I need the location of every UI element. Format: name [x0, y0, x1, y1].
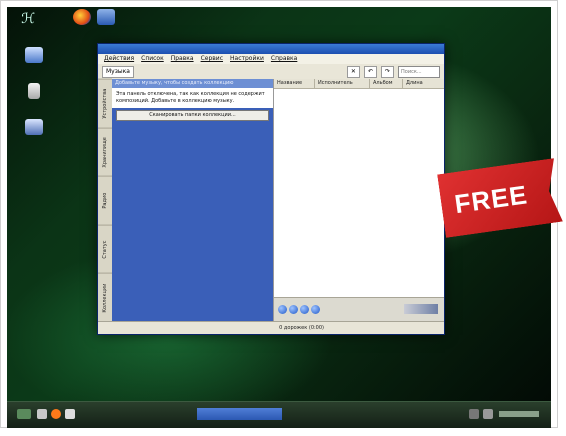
- menu-edit[interactable]: Правка: [171, 54, 194, 64]
- trash-icon[interactable]: [21, 83, 47, 99]
- menu-tools[interactable]: Сервис: [201, 54, 223, 64]
- tab-radio[interactable]: Радио: [98, 176, 112, 225]
- previous-icon[interactable]: [278, 305, 287, 314]
- clock: [499, 411, 539, 417]
- tab-devices[interactable]: Устройства: [98, 79, 112, 128]
- home-folder-icon[interactable]: [21, 47, 47, 63]
- column-artist[interactable]: Исполнитель: [315, 79, 370, 88]
- next-icon[interactable]: [311, 305, 320, 314]
- desktop-logo-icon[interactable]: ℋ: [15, 11, 41, 27]
- start-menu-icon[interactable]: [17, 409, 31, 419]
- printer-icon[interactable]: [21, 119, 47, 135]
- vertical-tab-strip: Устройства Хранилище Радио Статус Коллек…: [98, 79, 112, 322]
- left-sidebar: Устройства Хранилище Радио Статус Коллек…: [98, 79, 273, 322]
- menu-playlist[interactable]: Список: [141, 54, 164, 64]
- stop-icon[interactable]: [300, 305, 309, 314]
- redo-icon[interactable]: ↷: [380, 65, 394, 78]
- collection-panel: Добавьте музыку, чтобы создать коллекцию…: [112, 79, 273, 322]
- tray-icon[interactable]: [483, 409, 493, 419]
- firefox-taskbar-icon[interactable]: [51, 409, 61, 419]
- playlist-header: Название Исполнитель Альбом Длина: [274, 79, 444, 89]
- taskbar: [7, 401, 551, 428]
- status-bar: 0 дорожек (0:00): [98, 321, 444, 334]
- active-window-button[interactable]: [197, 408, 282, 420]
- window-titlebar[interactable]: [98, 44, 444, 54]
- music-player-window[interactable]: Действия Список Правка Сервис Настройки …: [97, 43, 445, 335]
- player-controls: [274, 297, 444, 322]
- menu-actions[interactable]: Действия: [104, 54, 134, 64]
- search-input[interactable]: Поиск...: [398, 65, 440, 78]
- toolbar: Музыка ✕ ↶ ↷ Поиск...: [98, 64, 444, 80]
- undo-icon[interactable]: ↶: [363, 65, 377, 78]
- taskbar-app-icon[interactable]: [37, 409, 47, 419]
- music-tab[interactable]: Музыка: [102, 65, 134, 78]
- menu-bar: Действия Список Правка Сервис Настройки …: [98, 54, 444, 64]
- clear-playlist-button[interactable]: ✕: [346, 65, 360, 78]
- column-length[interactable]: Длина: [403, 79, 444, 88]
- volume-slider[interactable]: [404, 304, 438, 314]
- play-icon[interactable]: [289, 305, 298, 314]
- firefox-icon[interactable]: [69, 9, 95, 25]
- taskbar-app-icon[interactable]: [65, 409, 75, 419]
- menu-settings[interactable]: Настройки: [230, 54, 264, 64]
- menu-help[interactable]: Справка: [271, 54, 297, 64]
- panel-message: Эта панель отключена, так как коллекция …: [112, 88, 273, 108]
- tab-collection[interactable]: Коллекции: [98, 273, 112, 322]
- tab-storage[interactable]: Хранилище: [98, 127, 112, 177]
- panel-header: Добавьте музыку, чтобы создать коллекцию: [112, 79, 273, 88]
- tray-icon[interactable]: [469, 409, 479, 419]
- status-text: 0 дорожек (0:00): [279, 325, 324, 331]
- scan-collection-button[interactable]: Сканировать папки коллекции...: [116, 110, 269, 121]
- computer-icon[interactable]: [93, 9, 119, 25]
- playlist-area[interactable]: Название Исполнитель Альбом Длина: [273, 79, 444, 322]
- tab-status[interactable]: Статус: [98, 224, 112, 274]
- column-title[interactable]: Название: [274, 79, 315, 88]
- column-album[interactable]: Альбом: [370, 79, 403, 88]
